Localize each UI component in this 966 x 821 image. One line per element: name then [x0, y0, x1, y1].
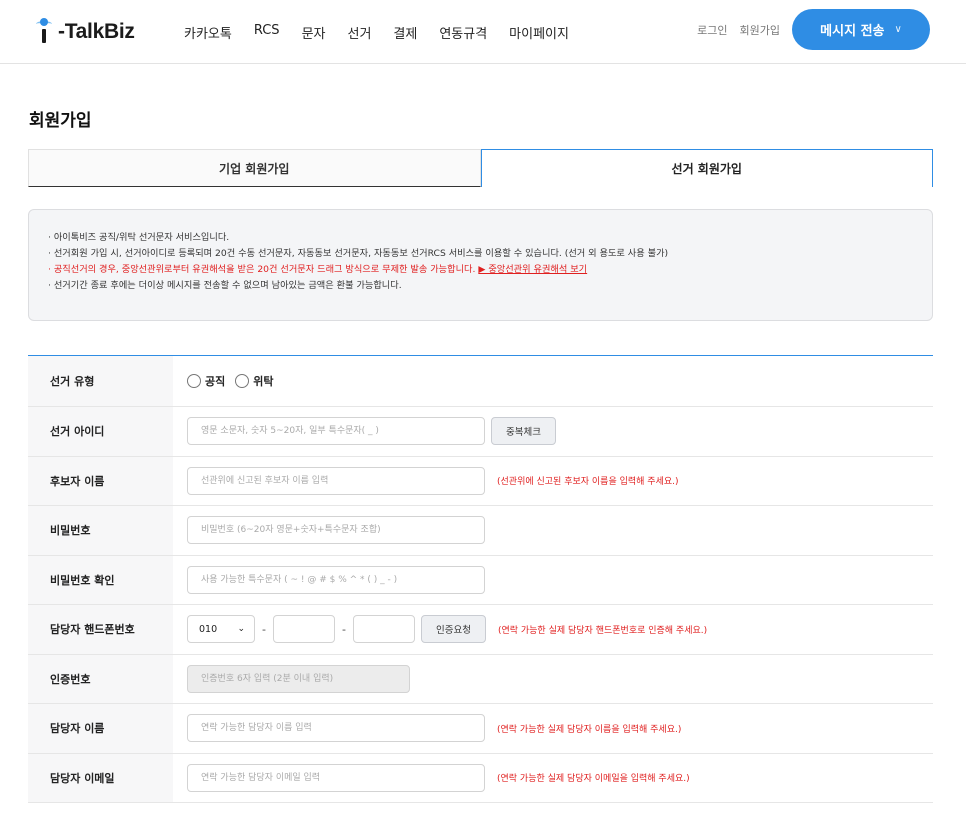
- duplicate-check-button[interactable]: 중복체크: [491, 417, 556, 446]
- chevron-down-icon: ∨: [894, 24, 902, 35]
- manager-name-label: 담당자 이름: [28, 704, 173, 753]
- logo-i-icon: [36, 18, 54, 46]
- password-label: 비밀번호: [28, 506, 173, 555]
- election-id-label: 선거 아이디: [28, 407, 173, 456]
- login-link[interactable]: 로그인: [697, 22, 727, 38]
- notice-line-3-text: · 공직선거의 경우, 중앙선관위로부터 유권해석을 받은 20건 선거문자 드…: [48, 264, 476, 275]
- signup-tabs: 기업 회원가입 선거 회원가입: [28, 149, 933, 187]
- candidate-name-input[interactable]: [187, 466, 485, 495]
- auth-code-label: 인증번호: [28, 654, 173, 703]
- candidate-name-label: 후보자 이름: [28, 456, 173, 505]
- phone-middle-input[interactable]: [272, 615, 335, 644]
- form-row-password: 비밀번호: [28, 506, 933, 556]
- password-confirm-input[interactable]: [187, 565, 485, 594]
- notice-line-3: · 공직선거의 경우, 중앙선관위로부터 유권해석을 받은 20건 선거문자 드…: [48, 262, 932, 278]
- radio-circle-icon: [235, 374, 250, 388]
- password-confirm-label: 비밀번호 확인: [28, 555, 173, 604]
- chevron-down-icon: ⌄: [237, 624, 245, 635]
- nav-item-rcs[interactable]: RCS: [254, 23, 280, 42]
- phone-prefix-select[interactable]: 010 ⌄: [187, 615, 255, 644]
- phone-hint: (연락 가능한 실제 담당자 핸드폰번호로 인증해 주세요.): [497, 625, 708, 636]
- phone-label: 담당자 핸드폰번호: [28, 605, 173, 654]
- radio-public[interactable]: 공직: [187, 373, 225, 389]
- candidate-name-hint: (선관위에 신고된 후보자 이름을 입력해 주세요.): [497, 477, 679, 488]
- notice-box: · 아이톡비즈 공직/위탁 선거문자 서비스입니다. · 선거회원 가입 시, …: [28, 209, 933, 321]
- signup-link[interactable]: 회원가입: [740, 22, 780, 38]
- nav-item-api-spec[interactable]: 연동규격: [439, 23, 487, 42]
- interpretation-link[interactable]: ▶ 중앙선관위 유권해석 보기: [478, 264, 587, 275]
- radio-circle-icon: [187, 374, 201, 388]
- main-nav: 카카오톡 RCS 문자 선거 결제 연동규격 마이페이지: [184, 23, 591, 42]
- send-message-button[interactable]: 메시지 전송 ∨: [792, 9, 930, 50]
- top-header: -TalkBiz 카카오톡 RCS 문자 선거 결제 연동규격 마이페이지 로그…: [0, 0, 966, 64]
- phone-last-input[interactable]: [352, 615, 415, 644]
- form-row-auth-code: 인증번호: [28, 654, 933, 704]
- notice-line-2: · 선거회원 가입 시, 선거아이디로 등록되며 20건 수동 선거문자, 자동…: [48, 248, 669, 259]
- talkbiz-logo[interactable]: -TalkBiz: [36, 18, 135, 46]
- page-title: 회원가입: [29, 111, 92, 131]
- radio-consigned-label: 위탁: [253, 375, 274, 388]
- tab-election-signup[interactable]: 선거 회원가입: [480, 149, 933, 187]
- manager-name-input[interactable]: [187, 714, 485, 743]
- radio-consigned[interactable]: 위탁: [235, 373, 274, 389]
- tab-corporate-signup[interactable]: 기업 회원가입: [28, 149, 481, 187]
- notice-line-1: · 아이톡비즈 공직/위탁 선거문자 서비스입니다.: [48, 232, 230, 243]
- form-row-manager-email: 담당자 이메일 (연락 가능한 실제 담당자 이메일을 입력해 주세요.): [28, 753, 933, 803]
- form-row-phone: 담당자 핸드폰번호 010 ⌄ - - 인증요청 (연락 가능한 실제 담당자 …: [28, 605, 933, 655]
- nav-item-mypage[interactable]: 마이페이지: [509, 23, 569, 42]
- election-id-input[interactable]: [187, 417, 485, 446]
- manager-email-input[interactable]: [187, 763, 485, 792]
- nav-item-kakaotalk[interactable]: 카카오톡: [184, 23, 232, 42]
- password-input[interactable]: [187, 516, 485, 545]
- utility-menu: 로그인 회원가입 메시지 전송 ∨: [697, 9, 930, 50]
- manager-name-hint: (연락 가능한 실제 담당자 이름을 입력해 주세요.): [497, 724, 682, 735]
- radio-public-label: 공직: [205, 375, 226, 388]
- phone-dash-2: -: [341, 622, 346, 636]
- election-type-label: 선거 유형: [28, 356, 173, 406]
- form-row-candidate-name: 후보자 이름 (선관위에 신고된 후보자 이름을 입력해 주세요.): [28, 456, 933, 506]
- phone-dash-1: -: [262, 622, 266, 636]
- signup-form: 선거 유형 공직 위탁 선거 아이디 중복체크 후보자 이름 (선관위에 신고된…: [28, 355, 933, 803]
- nav-item-election[interactable]: 선거: [347, 23, 371, 42]
- manager-email-label: 담당자 이메일: [28, 753, 173, 802]
- logo-text: -TalkBiz: [58, 20, 135, 43]
- form-row-election-type: 선거 유형 공직 위탁: [28, 356, 933, 407]
- form-row-manager-name: 담당자 이름 (연락 가능한 실제 담당자 이름을 입력해 주세요.): [28, 704, 933, 754]
- nav-item-sms[interactable]: 문자: [302, 23, 326, 42]
- manager-email-hint: (연락 가능한 실제 담당자 이메일을 입력해 주세요.): [497, 774, 690, 785]
- send-message-label: 메시지 전송: [820, 24, 885, 39]
- auth-code-input[interactable]: [187, 664, 410, 693]
- notice-line-4: · 선거기간 종료 후에는 더이상 메시지를 전송할 수 없으며 남아있는 금액…: [48, 280, 402, 291]
- phone-prefix-value: 010: [199, 623, 218, 635]
- request-verification-button[interactable]: 인증요청: [420, 615, 486, 644]
- form-row-election-id: 선거 아이디 중복체크: [28, 407, 933, 457]
- nav-item-payment[interactable]: 결제: [393, 23, 417, 42]
- form-row-password-confirm: 비밀번호 확인: [28, 555, 933, 605]
